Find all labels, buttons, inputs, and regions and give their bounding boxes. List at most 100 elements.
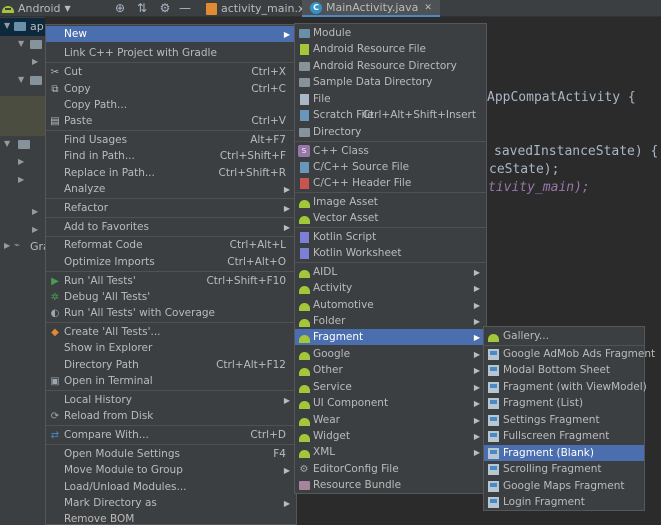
tree-row[interactable]: ▼ <box>0 72 45 90</box>
menu-item-mark-directory-as[interactable]: Mark Directory as ▶ <box>46 495 296 511</box>
menu-item-link-cpp[interactable]: Link C++ Project with Gradle <box>46 45 296 61</box>
menu-item-image-asset[interactable]: Image Asset <box>295 194 486 210</box>
expand-triangle-icon: ▼ <box>4 139 11 148</box>
menu-item-aidl[interactable]: AIDL ▶ <box>295 264 486 280</box>
tree-row[interactable]: ▼ <box>0 136 45 154</box>
menu-item-wear[interactable]: Wear ▶ <box>295 412 486 428</box>
target-icon[interactable]: ⊕ <box>112 0 128 16</box>
menu-item-optimize-imports[interactable]: Optimize Imports Ctrl+Alt+O <box>46 254 296 270</box>
menu-item-reload-from-disk[interactable]: ⟳ Reload from Disk <box>46 408 296 424</box>
gear-icon[interactable]: ⚙ <box>157 0 173 16</box>
tab-main-activity-java[interactable]: C MainActivity.java ✕ <box>302 0 440 17</box>
code-line: savedInstanceState) { <box>494 144 659 159</box>
menu-item-editorconfig-file[interactable]: ⚙ EditorConfig File <box>295 461 486 477</box>
menu-item-module[interactable]: Module <box>295 25 486 41</box>
tree-row-gradle[interactable]: ▶ ⌁ Gra <box>0 238 50 256</box>
minimize-icon[interactable]: — <box>177 0 193 16</box>
menu-item-open-in-terminal[interactable]: ▣ Open in Terminal <box>46 373 296 389</box>
menu-item-fragment-viewmodel[interactable]: Fragment (with ViewModel) <box>484 379 647 395</box>
menu-item-google[interactable]: Google ▶ <box>295 346 486 362</box>
menu-item-google-maps-fragment[interactable]: Google Maps Fragment <box>484 478 644 494</box>
tree-row-app[interactable]: ▼ ap <box>0 18 45 36</box>
header-file-icon <box>298 177 310 189</box>
menu-item-paste[interactable]: ▤ Paste Ctrl+V <box>46 113 296 129</box>
menu-item-open-module-settings[interactable]: Open Module Settings F4 <box>46 446 296 462</box>
folder-icon <box>18 140 30 149</box>
menu-item-find-usages[interactable]: Find Usages Alt+F7 <box>46 132 296 148</box>
submenu-arrow-icon: ▶ <box>473 365 480 375</box>
tree-row[interactable]: ▼ <box>0 36 45 54</box>
menu-item-android-resource-directory[interactable]: Android Resource Directory <box>295 58 486 74</box>
menu-item-fragment-list[interactable]: Fragment (List) <box>484 395 644 411</box>
menu-item-login-fragment[interactable]: Login Fragment <box>484 494 644 510</box>
menu-item-directory-path[interactable]: Directory Path Ctrl+Alt+F12 <box>46 357 296 373</box>
menu-item-ui-component[interactable]: UI Component ▶ <box>295 395 486 411</box>
expand-triangle-icon: ▼ <box>18 75 25 84</box>
menu-item-scratch-file[interactable]: Scratch File Ctrl+Alt+Shift+Insert <box>295 107 486 123</box>
menu-item-fragment-blank[interactable]: Fragment (Blank) <box>484 445 644 461</box>
menu-item-c-header-file[interactable]: C/C++ Header File <box>295 175 486 191</box>
folder-icon <box>30 40 42 49</box>
menu-item-compare-with[interactable]: ⇄ Compare With... Ctrl+D <box>46 427 296 443</box>
folder-icon <box>298 126 310 138</box>
menu-item-add-to-favorites[interactable]: Add to Favorites ▶ <box>46 219 296 235</box>
code-line: tivity_main); <box>488 180 590 195</box>
submenu-arrow-icon: ▶ <box>283 203 290 213</box>
menu-item-load-unload-modules[interactable]: Load/Unload Modules... <box>46 479 296 495</box>
tree-row[interactable]: ▶ <box>0 172 45 190</box>
menu-item-settings-fragment[interactable]: Settings Fragment <box>484 412 644 428</box>
menu-item-new[interactable]: New ▶ <box>46 26 296 42</box>
gradle-icon: ⌁ <box>14 240 21 251</box>
menu-item-cpp-class[interactable]: S C++ Class <box>295 143 486 159</box>
menu-item-cut[interactable]: ✂ Cut Ctrl+X <box>46 64 296 80</box>
menu-item-other[interactable]: Other ▶ <box>295 362 486 378</box>
menu-item-admob-fragment[interactable]: Google AdMob Ads Fragment <box>484 346 655 362</box>
menu-item-fullscreen-fragment[interactable]: Fullscreen Fragment <box>484 428 644 444</box>
menu-item-xml[interactable]: XML ▶ <box>295 444 486 460</box>
menu-item-show-in-explorer[interactable]: Show in Explorer <box>46 340 296 356</box>
menu-item-file[interactable]: File <box>295 91 486 107</box>
menu-item-c-source-file[interactable]: C/C++ Source File <box>295 159 486 175</box>
debug-icon: ✲ <box>50 291 60 303</box>
menu-item-replace-in-path[interactable]: Replace in Path... Ctrl+Shift+R <box>46 165 296 181</box>
menu-item-fragment[interactable]: Fragment ▶ <box>295 329 486 345</box>
menu-item-service[interactable]: Service ▶ <box>295 379 486 395</box>
menu-item-folder[interactable]: Folder ▶ <box>295 313 486 329</box>
menu-item-copy[interactable]: ⧉ Copy Ctrl+C <box>46 81 296 97</box>
menu-item-automotive[interactable]: Automotive ▶ <box>295 297 486 313</box>
menu-item-android-resource-file[interactable]: Android Resource File <box>295 41 486 57</box>
menu-item-kotlin-worksheet[interactable]: Kotlin Worksheet <box>295 245 486 261</box>
menu-item-refactor[interactable]: Refactor ▶ <box>46 200 296 216</box>
menu-item-gallery[interactable]: Gallery... <box>484 328 644 344</box>
menu-item-remove-bom[interactable]: Remove BOM <box>46 511 296 525</box>
menu-item-run-with-coverage[interactable]: ◐ Run 'All Tests' with Coverage <box>46 305 296 321</box>
close-icon[interactable]: ✕ <box>424 3 432 13</box>
menu-item-create-all-tests[interactable]: ◆ Create 'All Tests'... <box>46 324 296 340</box>
menu-item-move-module-to-group[interactable]: Move Module to Group ▶ <box>46 462 296 478</box>
compare-icon: ⇄ <box>50 429 60 441</box>
menu-item-debug-all-tests[interactable]: ✲ Debug 'All Tests' <box>46 289 296 305</box>
tree-row[interactable]: ▶ <box>0 204 45 222</box>
tree-row[interactable]: ▶ <box>0 54 45 72</box>
menu-item-directory[interactable]: Directory <box>295 124 486 140</box>
menu-item-scrolling-fragment[interactable]: Scrolling Fragment <box>484 461 644 477</box>
menu-item-run-all-tests[interactable]: ▶ Run 'All Tests' Ctrl+Shift+F10 <box>46 273 296 289</box>
menu-item-resource-bundle[interactable]: Resource Bundle <box>295 477 486 493</box>
menu-item-local-history[interactable]: Local History ▶ <box>46 392 296 408</box>
menu-item-sample-data-directory[interactable]: Sample Data Directory <box>295 74 486 90</box>
collapse-icon[interactable]: ⇅ <box>134 0 150 16</box>
kotlin-script-icon <box>298 231 310 243</box>
menu-item-widget[interactable]: Widget ▶ <box>295 428 486 444</box>
menu-item-kotlin-script[interactable]: Kotlin Script <box>295 229 486 245</box>
menu-item-activity[interactable]: Activity ▶ <box>295 280 486 296</box>
tree-row[interactable]: ▶ <box>0 154 45 172</box>
menu-item-modal-bottom-sheet[interactable]: Modal Bottom Sheet <box>484 362 644 378</box>
tree-row-highlight[interactable] <box>0 96 45 136</box>
android-icon <box>298 364 310 376</box>
menu-item-find-in-path[interactable]: Find in Path... Ctrl+Shift+F <box>46 148 296 164</box>
menu-item-vector-asset[interactable]: Vector Asset <box>295 210 486 226</box>
menu-item-reformat-code[interactable]: Reformat Code Ctrl+Alt+L <box>46 237 296 253</box>
project-view-dropdown[interactable]: Android ▼ <box>2 1 71 16</box>
menu-item-copy-path[interactable]: Copy Path... <box>46 97 296 113</box>
menu-item-analyze[interactable]: Analyze ▶ <box>46 181 296 197</box>
